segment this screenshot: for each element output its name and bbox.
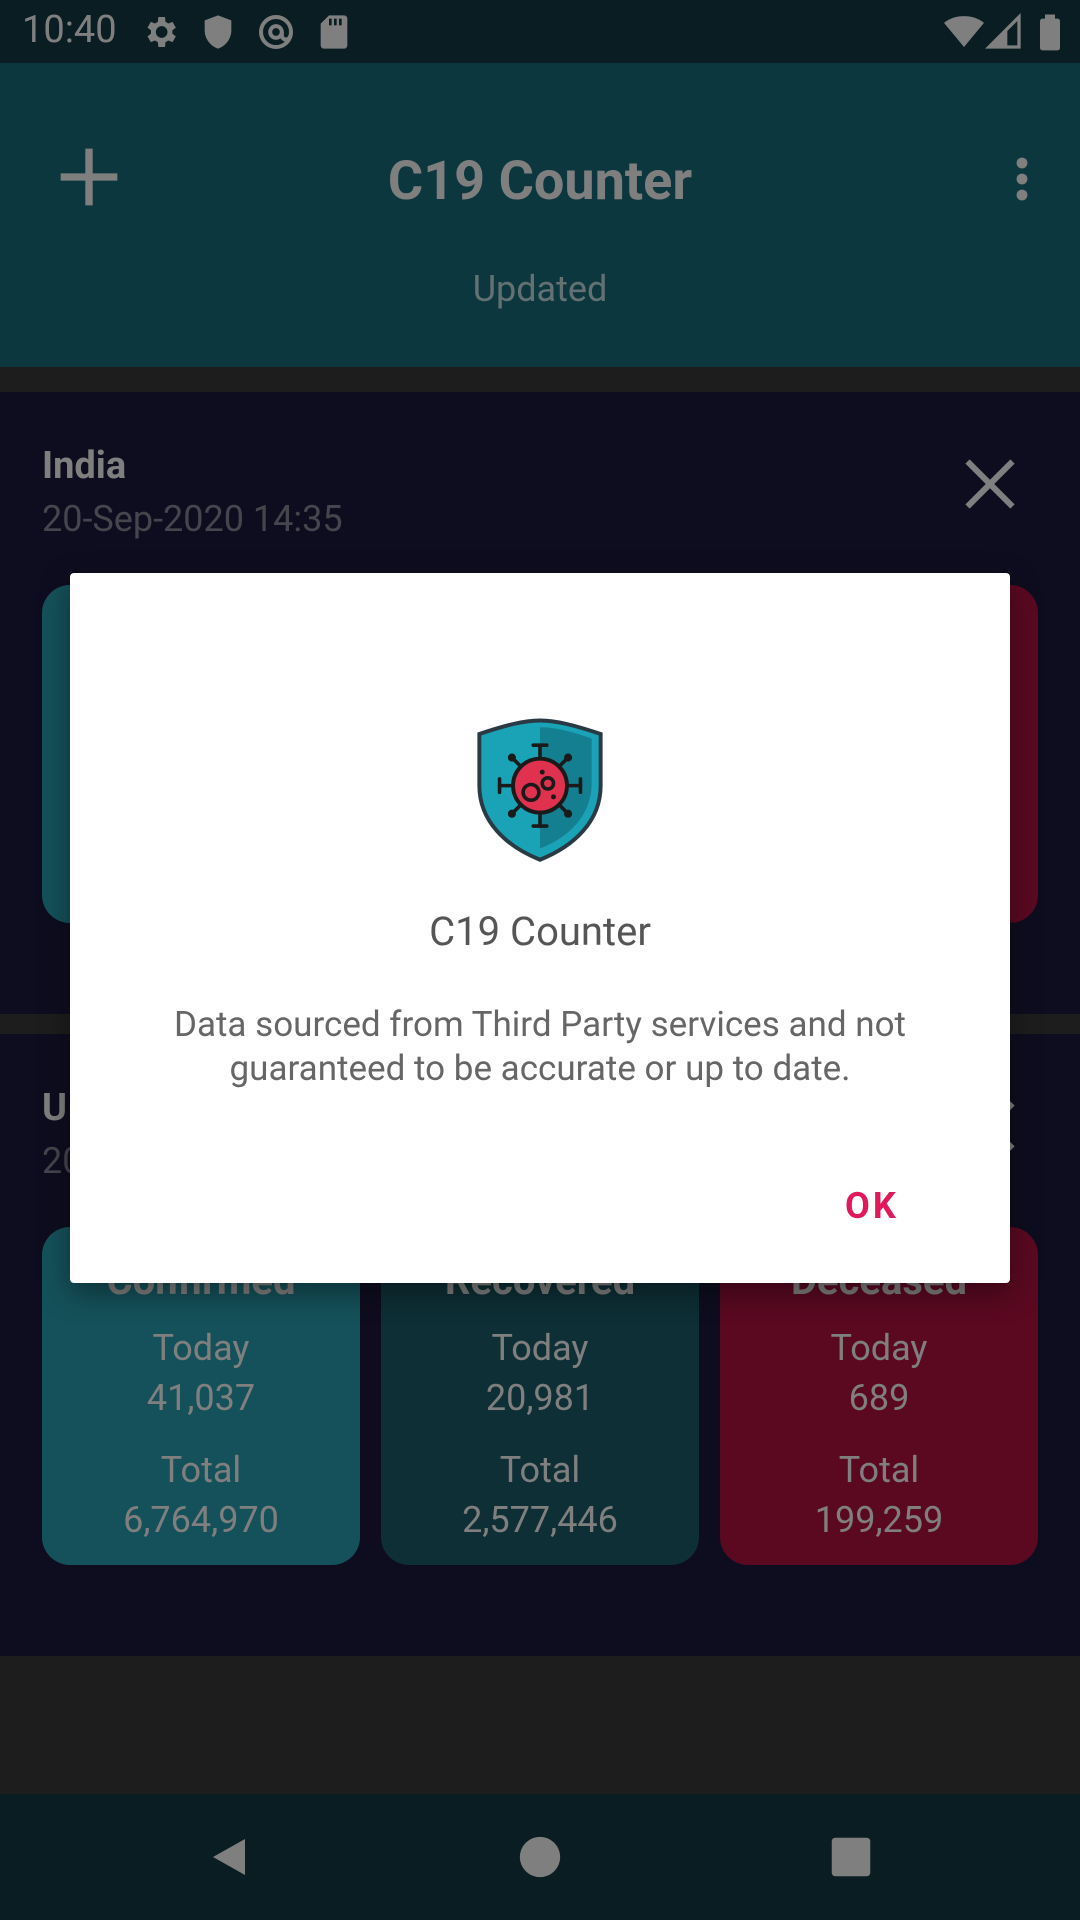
virus-shield-logo-icon	[477, 718, 603, 862]
ok-button[interactable]: OK	[845, 1185, 899, 1227]
dialog-title: C19 Counter	[429, 908, 651, 955]
dialog-message: Data sourced from Third Party services a…	[173, 1004, 907, 1089]
disclaimer-dialog: C19 Counter Data sourced from Third Part…	[70, 573, 1010, 1283]
